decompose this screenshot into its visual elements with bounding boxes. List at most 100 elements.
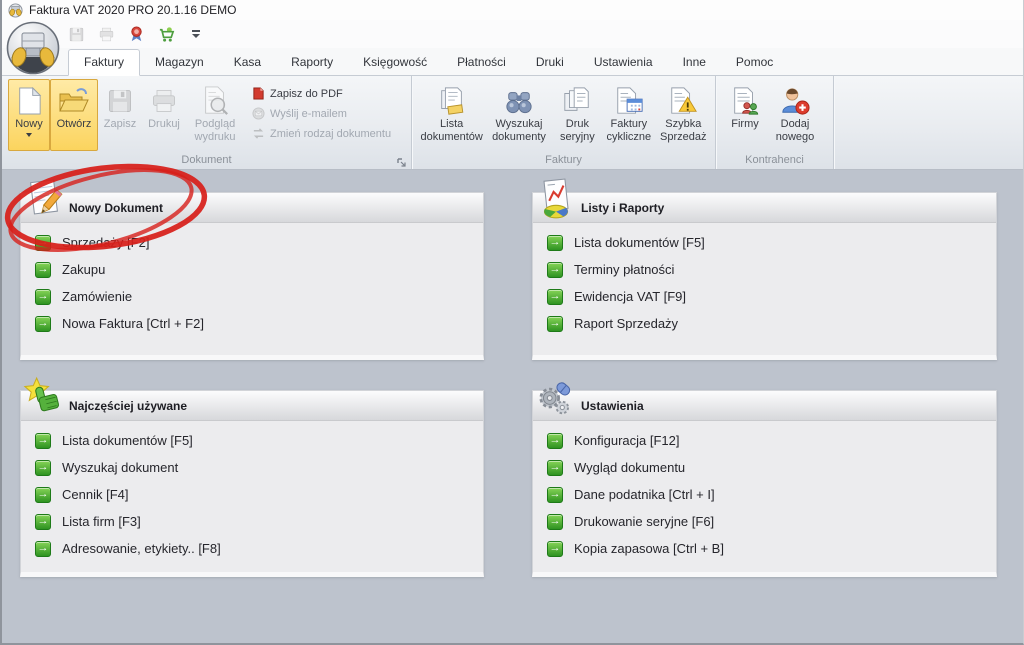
wyslij-email-button[interactable]: Wyślij e-mailem [252,107,391,120]
item-ewidencja-vat[interactable]: →Ewidencja VAT [F9] [533,283,996,310]
nowy-button[interactable]: Nowy [8,79,50,151]
item-drukowanie-seryjne[interactable]: →Drukowanie seryjne [F6] [533,508,996,535]
print-icon[interactable] [96,24,116,44]
cart-icon[interactable] [156,24,176,44]
zapisz-do-pdf-button[interactable]: Zapisz do PDF [252,87,391,100]
item-lista-dokumentow[interactable]: →Lista dokumentów [F5] [533,229,996,256]
ribbon-group-kontrahenci: Firmy Dodaj nowego Kontrahenci [716,76,834,169]
app-icon [8,3,23,18]
dodaj-nowego-button[interactable]: Dodaj nowego [768,79,822,151]
item-dane-podatnika[interactable]: →Dane podatnika [Ctrl + I] [533,481,996,508]
green-arrow-icon: → [547,289,563,305]
firmy-button[interactable]: Firmy [722,79,768,151]
podglad-wydruku-button[interactable]: Podgląd wydruku [186,79,244,151]
zapisz-label: Zapisz [104,118,136,131]
green-arrow-icon: → [35,514,51,530]
item-sprzedazy[interactable]: →Sprzedaży [F2] [21,229,483,256]
panel-nowy-dokument: Nowy Dokument →Sprzedaży [F2] →Zakupu →Z… [20,192,484,360]
tab-ksiegowosc[interactable]: Księgowość [348,50,442,75]
ribbon: Nowy Otwórz Zapisz [2,76,1023,170]
szybka-sprzedaz-button[interactable]: Szybka Sprzedaż [656,79,711,151]
tab-ustawienia[interactable]: Ustawienia [579,50,668,75]
green-arrow-icon: → [547,541,563,557]
app-logo-button[interactable] [6,21,60,75]
tab-faktury[interactable]: Faktury [68,49,140,76]
green-arrow-icon: → [35,262,51,278]
item-nowa-faktura[interactable]: →Nowa Faktura [Ctrl + F2] [21,310,483,337]
report-chart-icon [535,178,577,220]
wyszukaj-dokumenty-button[interactable]: Wyszukaj dokumenty [485,79,552,151]
document-stack-icon [437,84,467,118]
panel-header: Listy i Raporty [533,193,996,223]
save-icon[interactable] [66,24,86,44]
thumbs-up-icon [23,376,65,418]
tab-platnosci[interactable]: Płatności [442,50,521,75]
zmien-rodzaj-button[interactable]: Zmień rodzaj dokumentu [252,127,391,140]
podglad-label: Podgląd wydruku [187,118,243,144]
tab-kasa[interactable]: Kasa [219,50,276,75]
firmy-label: Firmy [731,118,759,131]
zapisz-button[interactable]: Zapisz [98,79,142,151]
panel-ustawienia: Ustawienia →Konfiguracja [F12] →Wygląd d… [532,390,997,577]
tab-druki[interactable]: Druki [521,50,579,75]
drukuj-button[interactable]: Drukuj [142,79,186,151]
item-raport-sprzedazy[interactable]: →Raport Sprzedaży [533,310,996,337]
print-icon [150,84,178,118]
chevron-down-icon [26,133,32,137]
item-lista-dokumentow[interactable]: →Lista dokumentów [F5] [21,427,483,454]
item-zamowienie[interactable]: →Zamówienie [21,283,483,310]
druk-seryjny-button[interactable]: Druk seryjny [553,79,603,151]
app-window: Faktura VAT 2020 PRO 20.1.16 DEMO [0,0,1024,645]
zapisz-pdf-label: Zapisz do PDF [270,88,343,100]
item-wyglad-dokumentu[interactable]: →Wygląd dokumentu [533,454,996,481]
dialog-launcher-icon[interactable] [396,155,407,166]
award-badge-icon[interactable] [126,24,146,44]
notepad-pencil-icon [23,178,65,220]
item-cennik[interactable]: →Cennik [F4] [21,481,483,508]
gears-icon [535,376,577,418]
item-zakupu[interactable]: →Zakupu [21,256,483,283]
panel-header: Nowy Dokument [21,193,483,223]
faktury-cykliczne-button[interactable]: Faktury cykliczne [602,79,655,151]
item-terminy-platnosci[interactable]: →Terminy płatności [533,256,996,283]
green-arrow-icon: → [547,514,563,530]
green-arrow-icon: → [35,433,51,449]
ribbon-empty-space [834,76,1023,169]
green-arrow-icon: → [547,316,563,332]
customize-quick-access-caret[interactable] [192,30,200,38]
zmien-rodzaj-label: Zmień rodzaj dokumentu [270,128,391,140]
group-label-kontrahenci: Kontrahenci [716,153,833,169]
panel-listy-raporty: Listy i Raporty →Lista dokumentów [F5] →… [532,192,997,360]
wyslij-email-label: Wyślij e-mailem [270,108,347,120]
tab-pomoc[interactable]: Pomoc [721,50,788,75]
ribbon-group-faktury: Lista dokumentów Wyszukaj dokumenty Druk… [412,76,716,169]
panel-title: Listy i Raporty [581,201,664,215]
tab-inne[interactable]: Inne [668,50,721,75]
tab-magazyn[interactable]: Magazyn [140,50,219,75]
pdf-icon [252,87,265,100]
green-arrow-icon: → [35,235,51,251]
lista-dokumentow-button[interactable]: Lista dokumentów [418,79,485,151]
item-kopia-zapasowa[interactable]: →Kopia zapasowa [Ctrl + B] [533,535,996,562]
serial-print-icon [562,84,592,118]
green-arrow-icon: → [35,289,51,305]
green-arrow-icon: → [35,487,51,503]
item-adresowanie-etykiety[interactable]: →Adresowanie, etykiety.. [F8] [21,535,483,562]
swap-arrows-icon [252,127,265,140]
panel-title: Ustawienia [581,399,644,413]
save-icon [106,84,134,118]
panel-title: Najczęściej używane [69,399,187,413]
item-lista-firm[interactable]: →Lista firm [F3] [21,508,483,535]
green-arrow-icon: → [547,433,563,449]
green-arrow-icon: → [547,235,563,251]
item-konfiguracja[interactable]: →Konfiguracja [F12] [533,427,996,454]
companies-icon [730,84,760,118]
print-preview-icon [200,84,230,118]
green-arrow-icon: → [35,460,51,476]
lista-dokumentow-label: Lista dokumentów [419,118,484,144]
dodaj-nowego-label: Dodaj nowego [769,118,821,144]
wyszukaj-dokumenty-label: Wyszukaj dokumenty [486,118,551,144]
item-wyszukaj-dokument[interactable]: →Wyszukaj dokument [21,454,483,481]
otworz-button[interactable]: Otwórz [50,79,98,151]
tab-raporty[interactable]: Raporty [276,50,348,75]
